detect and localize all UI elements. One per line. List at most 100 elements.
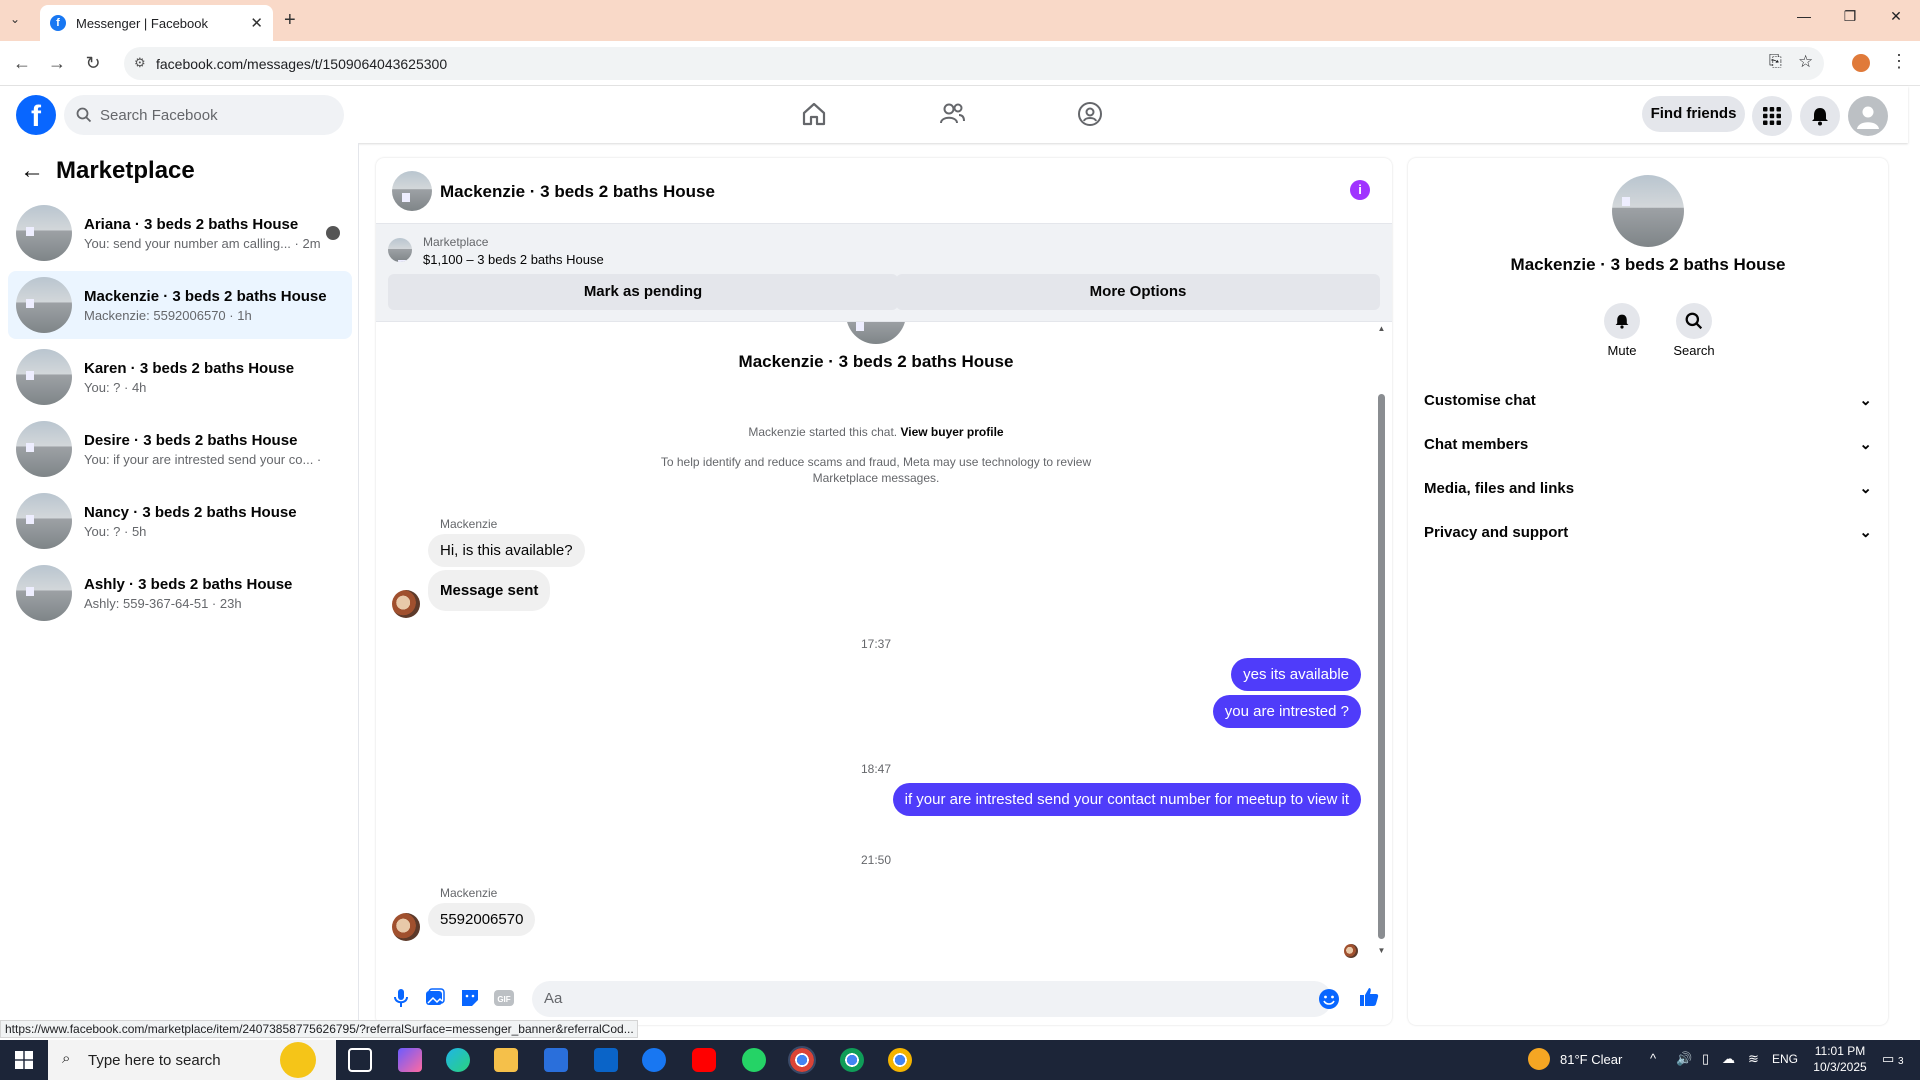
site-info-icon[interactable]: ⚙ [134,55,146,71]
sender-avatar[interactable] [392,590,420,618]
minimize-icon[interactable]: — [1782,8,1826,32]
taskbar-search[interactable]: ⌕ Type here to search [48,1040,336,1080]
details-avatar[interactable] [1612,175,1684,247]
language-indicator[interactable]: ENG [1772,1052,1798,1066]
friends-icon[interactable] [938,100,966,128]
microphone-icon[interactable] [390,987,412,1009]
message-bubble-them[interactable]: Hi, is this available? [428,534,585,567]
conversation-name: Mackenzie · 3 beds 2 baths House [84,287,327,305]
safety-notice-line2: Marketplace messages. [812,471,940,485]
search-highlight-icon[interactable] [280,1042,316,1078]
tray-chevron-icon[interactable]: ^ [1650,1051,1656,1066]
menu-grid-button[interactable] [1752,96,1792,136]
account-avatar-button[interactable] [1848,96,1888,136]
file-explorer-icon[interactable] [494,1048,518,1072]
task-view-icon[interactable] [348,1048,372,1072]
whatsapp-icon[interactable] [742,1048,766,1072]
store-icon[interactable] [544,1048,568,1072]
install-app-icon[interactable]: ⎘ [1769,53,1782,71]
cloud-icon[interactable]: ☁ [1722,1051,1735,1067]
chat-avatar[interactable] [392,171,432,211]
message-input[interactable]: Aa [532,981,1332,1017]
chat-title[interactable]: Mackenzie · 3 beds 2 baths House [440,182,715,202]
back-arrow-icon[interactable]: ← [20,157,44,185]
weather-text[interactable]: 81°F Clear [1560,1052,1622,1067]
notification-center-icon[interactable]: ▭ [1882,1051,1894,1067]
sticker-icon[interactable] [459,987,481,1009]
search-label: Search [1673,343,1715,358]
chat-scrollbar[interactable]: ▲ ▼ [1377,324,1386,959]
profile-avatar-icon[interactable] [1852,54,1870,72]
mark-as-pending-button[interactable]: Mark as pending [388,274,898,310]
message-bubble-me[interactable]: if your are intrested send your contact … [892,783,1361,816]
info-icon[interactable]: i [1350,180,1370,200]
outlook-icon[interactable] [594,1048,618,1072]
chrome-profile-icon[interactable] [840,1048,864,1072]
start-button[interactable] [0,1040,48,1080]
close-tab-icon[interactable]: ✕ [250,14,263,32]
notifications-button[interactable] [1800,96,1840,136]
mute-button[interactable] [1604,303,1640,339]
conversation-item-active[interactable]: Mackenzie · 3 beds 2 baths House Mackenz… [8,271,352,339]
listing-thumbnail[interactable] [388,238,412,262]
scroll-up-icon[interactable]: ▲ [1377,324,1386,333]
restore-icon[interactable]: ❐ [1828,8,1872,32]
window-close-icon[interactable]: ✕ [1874,8,1918,32]
view-buyer-profile-link[interactable]: View buyer profile [900,425,1003,439]
message-sent-card[interactable]: Message sent [428,570,551,611]
weather-icon[interactable] [1528,1048,1550,1070]
bookmark-star-icon[interactable]: ☆ [1798,52,1813,72]
scrollbar-thumb[interactable] [1378,394,1385,939]
listing-title[interactable]: $1,100 – 3 beds 2 baths House [423,252,604,267]
browser-tab[interactable]: f Messenger | Facebook ✕ [40,5,273,41]
youtube-icon[interactable] [692,1048,716,1072]
windows-logo-icon [15,1051,33,1069]
conversation-item[interactable]: Karen · 3 beds 2 baths House You: ? · 4h [8,343,352,411]
facebook-logo-icon[interactable]: f [16,95,56,135]
conversation-item[interactable]: Desire · 3 beds 2 baths House You: if yo… [8,415,352,483]
browser-toolbar: ← → ↻ ⚙ facebook.com/messages/t/15090640… [0,41,1920,86]
browser-menu-icon[interactable]: ⋮ [1890,51,1908,72]
thumbs-up-icon[interactable] [1358,986,1380,1008]
address-bar[interactable]: ⚙ facebook.com/messages/t/15090640436253… [124,47,1824,80]
scroll-down-icon[interactable]: ▼ [1377,946,1386,955]
forward-icon[interactable]: → [44,50,70,76]
back-icon[interactable]: ← [9,50,35,76]
home-icon[interactable] [800,100,828,128]
copilot-icon[interactable] [398,1048,422,1072]
new-tab-icon[interactable]: + [284,9,296,32]
find-friends-button[interactable]: Find friends [1642,96,1745,132]
search-icon: ⌕ [62,1050,71,1067]
gif-icon[interactable]: GIF [493,987,515,1009]
groups-icon[interactable] [1076,100,1104,128]
conversation-item[interactable]: Ashly · 3 beds 2 baths House Ashly: 559-… [8,559,352,627]
wifi-icon[interactable]: ≋ [1748,1051,1759,1067]
facebook-app-icon[interactable] [642,1048,666,1072]
sender-avatar[interactable] [392,913,420,941]
message-bubble-them[interactable]: 5592006570 [428,903,536,936]
search-in-chat-button[interactable] [1676,303,1712,339]
customise-chat-section[interactable]: Customise chat ⌄ [1424,378,1872,422]
photo-icon[interactable] [424,987,446,1009]
media-files-links-section[interactable]: Media, files and links ⌄ [1424,466,1872,510]
conversation-item[interactable]: Nancy · 3 beds 2 baths House You: ? · 5h [8,487,352,555]
listing-avatar [16,349,72,405]
message-bubble-me[interactable]: you are intrested ? [1212,695,1361,728]
chat-members-section[interactable]: Chat members ⌄ [1424,422,1872,466]
chrome-profile-2-icon[interactable] [888,1048,912,1072]
clock[interactable]: 11:01 PM 10/3/2025 [1806,1043,1874,1075]
edge-icon[interactable] [446,1048,470,1072]
chrome-icon[interactable] [788,1046,816,1074]
conversation-preview: You: send your number am calling... · 2m [84,235,321,251]
more-options-button[interactable]: More Options [896,274,1380,310]
volume-icon[interactable]: 🔊 [1676,1051,1692,1067]
battery-icon[interactable]: ▯ [1702,1051,1709,1067]
message-bubble-me[interactable]: yes its available [1231,658,1361,691]
conversation-item[interactable]: Ariana · 3 beds 2 baths House You: send … [8,199,352,267]
emoji-icon[interactable] [1318,988,1340,1010]
facebook-search-input[interactable]: Search Facebook [64,95,344,135]
tab-list-chevron-icon[interactable]: ⌄ [10,12,20,26]
privacy-support-section[interactable]: Privacy and support ⌄ [1424,510,1872,554]
conversation-name: Ashly · 3 beds 2 baths House [84,575,293,593]
reload-icon[interactable]: ↻ [80,50,106,76]
